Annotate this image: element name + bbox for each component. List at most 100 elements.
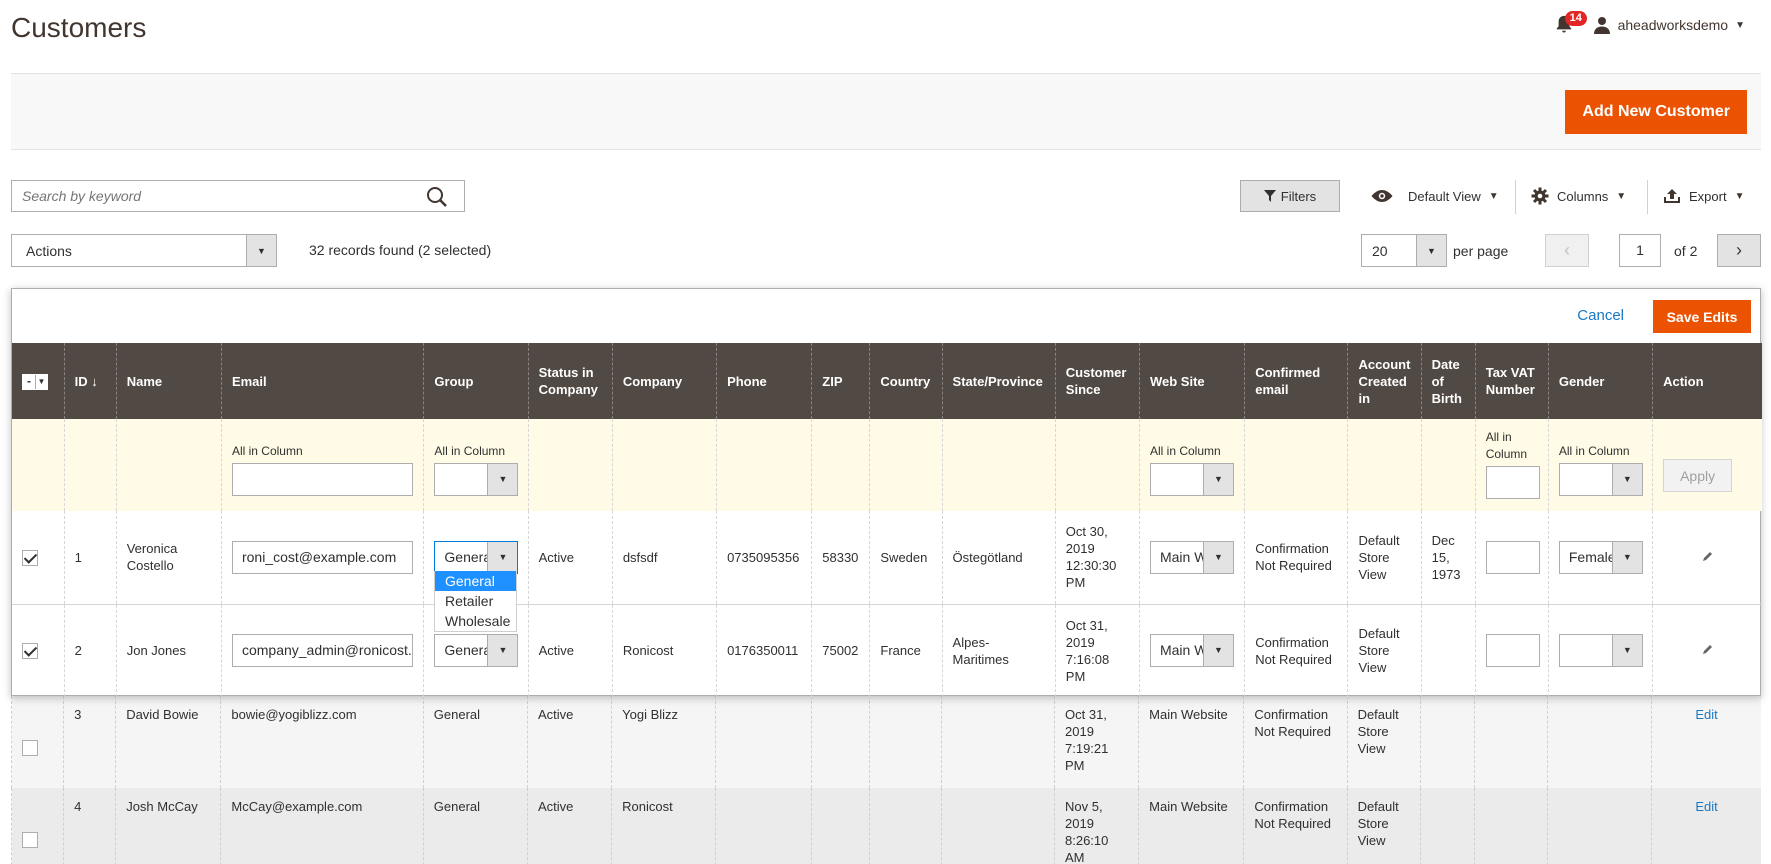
cell-confirmed-email: Confirmation Not Required [1243,696,1348,788]
cell-dob [1420,604,1476,698]
taxvat-input[interactable] [1485,634,1540,667]
mass-actions-select[interactable]: Actions ▼ [11,234,277,267]
email-field[interactable]: roni_cost@example.com [231,540,414,574]
cancel-edits-link[interactable]: Cancel [1577,307,1624,324]
edit-link[interactable]: Edit [1695,799,1717,814]
cell-id: 1 [63,511,117,605]
cell-customer-since: Oct 30, 2019 12:30:30 PM [1054,511,1140,605]
cell-state: Östegötland [941,511,1056,605]
pencil-icon[interactable] [1702,550,1714,562]
column-header-id[interactable]: ID ↓ [63,343,117,419]
all-website-select[interactable]: ▼ [1149,463,1234,496]
email-field[interactable]: company_admin@ronicost.com [231,634,414,667]
next-page-button[interactable]: › [1717,234,1761,267]
notifications-button[interactable]: 14 [1555,11,1587,36]
column-header-phone[interactable]: Phone [716,343,812,419]
cell-state: Alpes-Maritimes [941,604,1056,698]
apply-all-button[interactable]: Apply [1663,459,1733,492]
previous-page-button[interactable]: ‹ [1545,234,1589,267]
column-header-website[interactable]: Web Site [1138,343,1245,419]
sort-arrow-icon: ↓ [91,373,98,389]
row-checkbox[interactable] [22,550,38,567]
website-select[interactable]: Main Website▼ [1149,634,1234,667]
column-header-country[interactable]: Country [869,343,943,419]
save-edits-button[interactable]: Save Edits [1653,300,1751,333]
taxvat-input[interactable] [1485,540,1540,574]
cell-phone: 0735095356 [716,511,812,605]
chevron-right-icon: › [1736,240,1742,260]
page-actions-bar: Add New Customer [11,73,1761,150]
gender-select[interactable]: Female ▼ [1558,540,1643,574]
caret-down-icon: ▼ [1416,235,1446,266]
group-dropdown-list: General Retailer Wholesale [434,571,517,632]
mass-select-checkbox[interactable]: - ▼ [22,374,48,390]
group-select[interactable]: General▼ [434,540,519,574]
column-header-created-in[interactable]: Account Created in [1347,343,1422,419]
column-header-confirmed-email[interactable]: Confirmed email [1244,343,1348,419]
cell-company: Ronicost [611,604,717,698]
all-in-column-row: All in Column All in Column ▼ All in Colu… [12,419,1762,511]
group-option-wholesale[interactable]: Wholesale [435,611,516,631]
column-header-state[interactable]: State/Province [941,343,1056,419]
per-page-select[interactable]: 20 ▼ [1361,234,1447,267]
all-taxvat-input[interactable] [1485,466,1540,499]
cell-customer-since: Nov 5, 2019 8:26:10 AM [1053,788,1139,864]
add-new-customer-button[interactable]: Add New Customer [1565,90,1747,134]
column-header-dob[interactable]: Date of Birth [1420,343,1476,419]
row-checkbox[interactable] [22,739,38,756]
cell-dob [1419,696,1475,788]
columns-dropdown[interactable]: Columns ▼ [1531,180,1626,212]
edit-link[interactable]: Edit [1695,707,1717,722]
group-option-retailer[interactable]: Retailer [435,591,516,611]
website-select[interactable]: Main Website▼ [1149,540,1234,574]
column-header-company[interactable]: Company [611,343,717,419]
column-header-zip[interactable]: ZIP [811,343,870,419]
group-option-general[interactable]: General [435,571,516,591]
cell-created-in: Default Store View [1347,511,1422,605]
all-gender-select[interactable]: ▼ [1558,463,1643,496]
mass-actions-label: Actions [26,242,72,259]
cell-country: France [869,604,943,698]
column-header-taxvat[interactable]: Tax VAT Number [1474,343,1549,419]
cell-customer-since: Oct 31, 2019 7:19:21 PM [1053,696,1139,788]
all-group-select[interactable]: ▼ [434,463,519,496]
all-in-column-label: All in Column [1485,430,1528,461]
pencil-icon[interactable] [1702,643,1714,655]
gender-select[interactable]: ▼ [1558,634,1643,667]
chevron-left-icon: ‹ [1564,240,1570,260]
customers-grid: Cancel Save Edits - ▼ ID ↓ Name Email Gro… [10,288,1762,864]
cell-name: Josh McCay [115,788,221,864]
export-dropdown[interactable]: Export ▼ [1663,180,1744,212]
column-header-customer-since[interactable]: Customer Since [1054,343,1140,419]
all-email-input[interactable] [231,463,414,496]
column-header-group[interactable]: Group [423,343,529,419]
view-dropdown[interactable]: Default View ▼ [1370,180,1499,212]
per-page-value: 20 [1372,242,1388,259]
group-select[interactable]: General▼ [434,634,519,667]
column-header-action: Action [1652,343,1762,419]
row-checkbox[interactable] [22,643,38,660]
table-row[interactable]: 3 David Bowie bowie@yogiblizz.com Genera… [10,696,1761,788]
cell-confirmed-email: Confirmation Not Required [1244,511,1348,605]
cell-country: Sweden [869,511,943,605]
toolbar-divider [1647,180,1648,214]
column-header-status[interactable]: Status in Company [527,343,613,419]
table-row[interactable]: 4 Josh McCay McCay@example.com General A… [10,788,1761,864]
search-icon[interactable] [426,186,448,208]
filters-button[interactable]: Filters [1240,180,1340,212]
column-header-name[interactable]: Name [115,343,222,419]
search-input[interactable] [12,181,412,211]
row-checkbox[interactable] [22,831,38,848]
page-number-input[interactable]: 1 [1619,234,1661,267]
columns-label: Columns [1557,188,1609,204]
filters-label: Filters [1280,188,1317,204]
records-found-text: 32 records found (2 selected) [309,242,492,258]
column-header-email[interactable]: Email [220,343,424,419]
table-row: 1 Veronica Costello roni_cost@example.co… [12,511,1762,605]
all-in-column-label: All in Column [1558,444,1630,458]
column-header-gender[interactable]: Gender [1547,343,1653,419]
cell-confirmed-email: Confirmation Not Required [1244,604,1348,698]
user-menu[interactable]: aheadworksdemo ▼ [1593,16,1745,34]
cell-company: Ronicost [611,788,716,864]
mass-select-header[interactable]: - ▼ [12,343,65,419]
